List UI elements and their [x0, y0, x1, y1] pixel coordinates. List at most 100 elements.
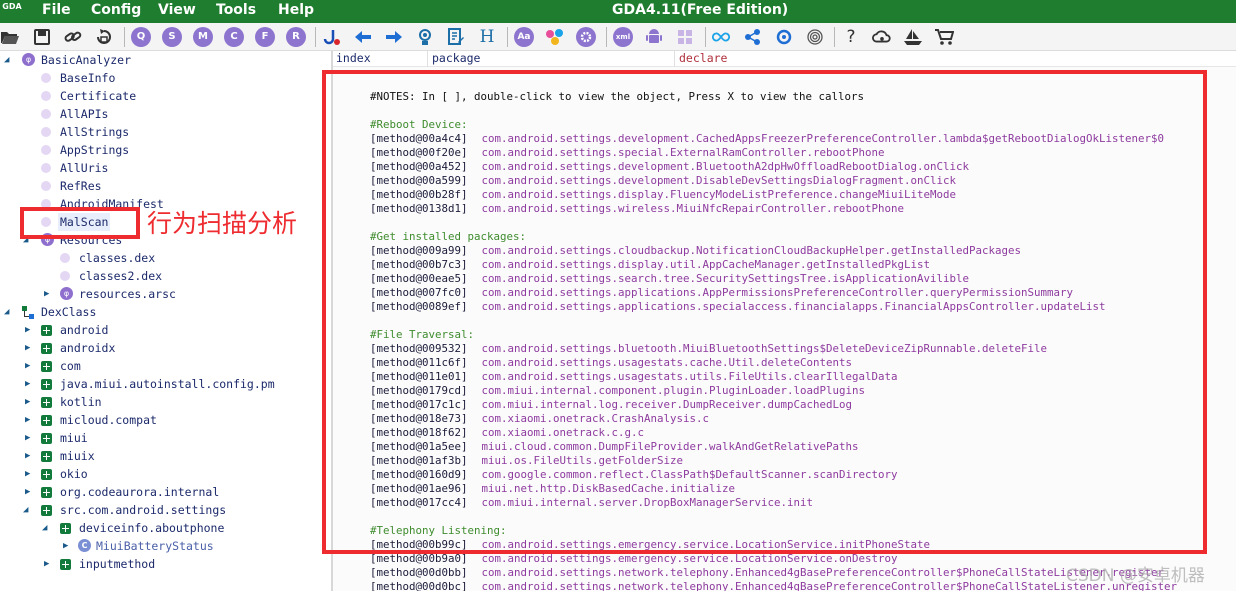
tree-package-deviceinfo[interactable]: ◢ deviceinfo.aboutphone [0, 519, 331, 537]
tree-package-inputmethod[interactable]: ▶ inputmethod [0, 555, 331, 573]
expanded-arrow-icon[interactable]: ◢ [4, 51, 14, 69]
tree-package-miuix[interactable]: ▶ miuix [0, 447, 331, 465]
s-icon[interactable]: S [162, 27, 182, 47]
menu-help[interactable]: Help [278, 2, 314, 18]
android-icon[interactable] [644, 27, 664, 47]
infinity-icon[interactable] [711, 27, 731, 47]
menu-view[interactable]: View [158, 2, 196, 18]
collapsed-arrow-icon[interactable]: ▶ [25, 429, 35, 447]
collapsed-arrow-icon[interactable]: ▶ [25, 483, 35, 501]
tree-node-basicanalyzer[interactable]: ◢ φ BasicAnalyzer [0, 51, 331, 69]
xml-icon[interactable]: xml [613, 27, 633, 47]
tree-item-label: RefRes [60, 179, 102, 193]
tree-package-org-codeaurora[interactable]: ▶ org.codeaurora.internal [0, 483, 331, 501]
f-icon[interactable]: F [255, 27, 275, 47]
expanded-arrow-icon[interactable]: ◢ [4, 303, 14, 321]
tree-item-label: androidx [60, 341, 116, 355]
collapsed-arrow-icon[interactable]: ▶ [25, 375, 35, 393]
method-address[interactable]: [method@00d0bb] [370, 566, 468, 579]
h-icon[interactable]: H [477, 27, 497, 47]
package-icon [41, 325, 52, 336]
method-signature[interactable]: com.android.settings.network.telephony.E… [482, 566, 1165, 579]
tree-item-classes-dex[interactable]: classes.dex [0, 249, 331, 267]
method-reference-row[interactable]: [method@00d0bb] com.android.settings.netw… [370, 566, 1164, 580]
tree-package-okio[interactable]: ▶ okio [0, 465, 331, 483]
tree-item-refres[interactable]: RefRes [0, 177, 331, 195]
collapsed-arrow-icon[interactable]: ▶ [25, 393, 35, 411]
tree-item-classes2-dex[interactable]: classes2.dex [0, 267, 331, 285]
annotation-label: 行为扫描分析 [147, 209, 298, 238]
tree-package-java-miui[interactable]: ▶ java.miui.autoinstall.config.pm [0, 375, 331, 393]
jump-icon[interactable] [322, 27, 342, 47]
graph-icon[interactable] [743, 27, 763, 47]
collapsed-arrow-icon[interactable]: ▶ [25, 321, 35, 339]
menu-config[interactable]: Config [91, 2, 141, 18]
package-icon [60, 523, 71, 534]
refresh-icon[interactable] [94, 27, 114, 47]
back-arrow-icon[interactable] [353, 27, 373, 47]
watermark: CSDN @安卓机器 [1066, 566, 1205, 586]
tree-package-android[interactable]: ▶ android [0, 321, 331, 339]
r-icon[interactable]: R [286, 27, 306, 47]
expanded-arrow-icon[interactable]: ◢ [42, 519, 52, 537]
menu-tools[interactable]: Tools [216, 2, 256, 18]
forward-arrow-icon[interactable] [384, 27, 404, 47]
c-icon[interactable]: C [224, 27, 244, 47]
bulb-icon[interactable] [415, 27, 435, 47]
tree-class-miuibatterystatus[interactable]: ▶ C MiuiBatteryStatus [0, 537, 331, 555]
class-icon: C [78, 539, 91, 552]
tree-item-certificate[interactable]: Certificate [0, 87, 331, 105]
method-address[interactable]: [method@00d0bc] [370, 580, 468, 591]
column-header: index package declare [333, 51, 1236, 67]
save-icon[interactable] [32, 27, 52, 47]
tree-item-label: miui [60, 431, 88, 445]
cart-icon[interactable] [934, 27, 954, 47]
package-icon [41, 451, 52, 462]
tree-package-micloud-compat[interactable]: ▶ micloud.compat [0, 411, 331, 429]
crosshair-icon[interactable] [774, 27, 794, 47]
tree-package-miui[interactable]: ▶ miui [0, 429, 331, 447]
collapsed-arrow-icon[interactable]: ▶ [25, 357, 35, 375]
q-icon[interactable]: Q [131, 27, 151, 47]
column-index[interactable]: index [333, 51, 428, 67]
network-icon[interactable] [545, 27, 565, 47]
font-icon[interactable]: Aa [514, 27, 534, 47]
cloud-icon[interactable] [872, 27, 892, 47]
tree-item-label: android [60, 323, 109, 337]
leaf-dot-icon [41, 181, 51, 191]
menu-file[interactable]: File [42, 2, 71, 18]
tree-item-appstrings[interactable]: AppStrings [0, 141, 331, 159]
fingerprint-icon[interactable] [805, 27, 825, 47]
tree-package-com[interactable]: ▶ com [0, 357, 331, 375]
expanded-arrow-icon[interactable]: ◢ [23, 501, 33, 519]
m-icon[interactable]: M [193, 27, 213, 47]
tree-item-alluris[interactable]: AllUris [0, 159, 331, 177]
windows-icon[interactable] [675, 27, 695, 47]
tree-package-kotlin[interactable]: ▶ kotlin [0, 393, 331, 411]
method-reference-row[interactable]: [method@00b9a0] com.android.settings.emer… [370, 552, 898, 566]
edit-icon[interactable] [446, 27, 466, 47]
collapsed-arrow-icon[interactable]: ▶ [44, 555, 54, 573]
column-declare[interactable]: declare [676, 51, 1236, 67]
tree-node-dexclass[interactable]: ◢ DexClass [0, 303, 331, 321]
tree-item-allapis[interactable]: AllAPIs [0, 105, 331, 123]
column-package[interactable]: package [429, 51, 675, 67]
tree-item-label: BaseInfo [60, 71, 116, 85]
collapsed-arrow-icon[interactable]: ▶ [25, 411, 35, 429]
gear-icon[interactable] [576, 27, 596, 47]
open-folder-icon[interactable] [0, 27, 20, 47]
collapsed-arrow-icon[interactable]: ▶ [44, 285, 54, 303]
collapsed-arrow-icon[interactable]: ▶ [25, 447, 35, 465]
tree-node-resources-arsc[interactable]: ▶ φ resources.arsc [0, 285, 331, 303]
method-reference-row[interactable]: [method@00d0bc] com.android.settings.netw… [370, 580, 1177, 591]
tree-package-androidx[interactable]: ▶ androidx [0, 339, 331, 357]
ship-icon[interactable] [903, 27, 923, 47]
tree-item-allstrings[interactable]: AllStrings [0, 123, 331, 141]
tree-package-src-settings[interactable]: ◢ src.com.android.settings [0, 501, 331, 519]
collapsed-arrow-icon[interactable]: ▶ [25, 465, 35, 483]
link-icon[interactable] [63, 27, 83, 47]
collapsed-arrow-icon[interactable]: ▶ [25, 339, 35, 357]
help-icon[interactable]: ? [841, 27, 861, 47]
tree-item-baseinfo[interactable]: BaseInfo [0, 69, 331, 87]
collapsed-arrow-icon[interactable]: ▶ [63, 537, 73, 555]
